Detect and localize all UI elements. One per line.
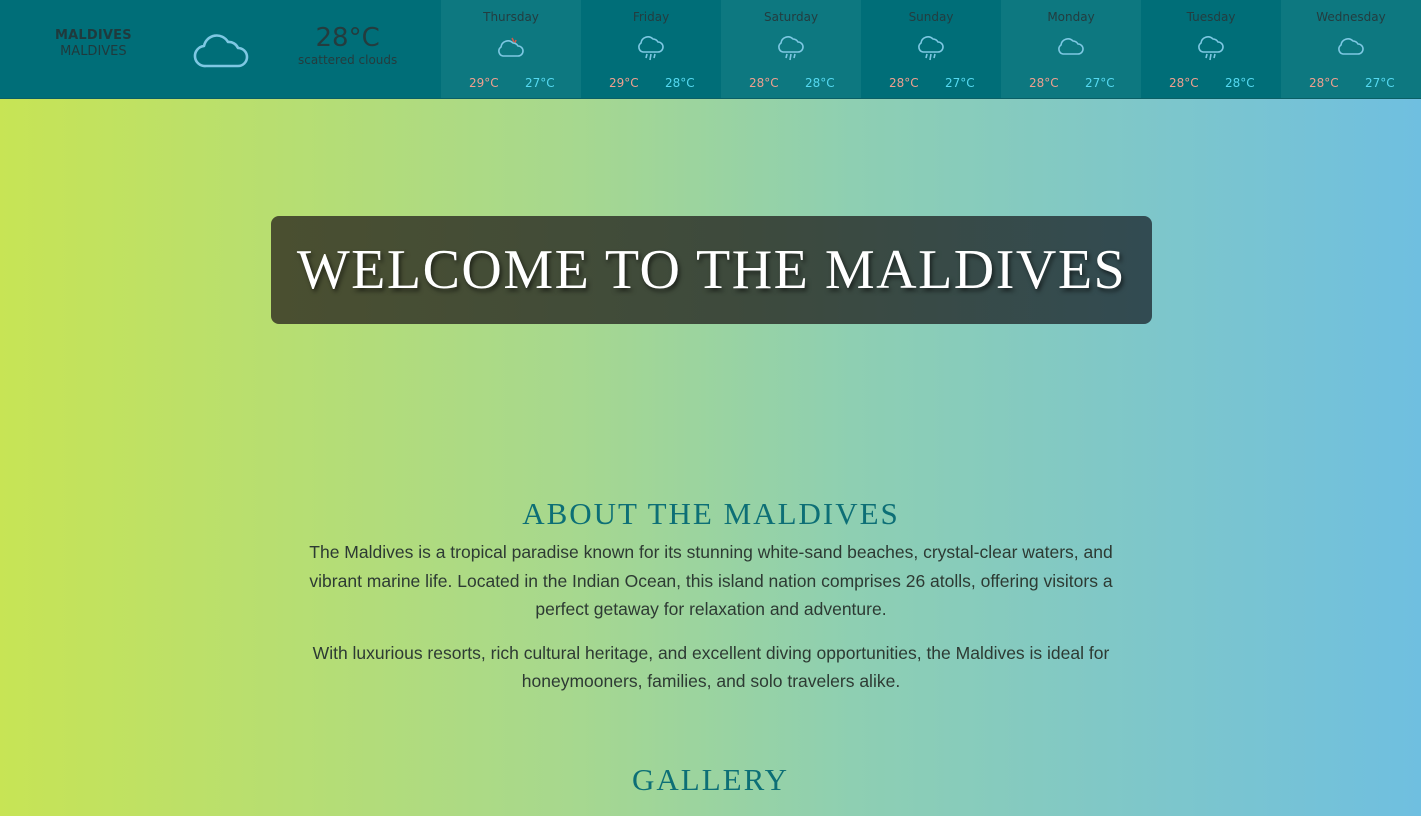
forecast-low: 28°C xyxy=(1225,76,1255,90)
gallery-heading: GALLERY xyxy=(632,762,789,797)
current-weather: 28°C scattered clouds xyxy=(254,0,441,98)
cloud-sun-rain-icon xyxy=(496,34,526,62)
forecast-day: Sunday 28°C 27°C xyxy=(861,0,1002,98)
hero-banner: WELCOME TO THE MALDIVES xyxy=(271,216,1152,324)
forecast-day-name: Sunday xyxy=(908,10,954,24)
location-country: MALDIVES xyxy=(60,43,127,59)
forecast-low: 28°C xyxy=(665,76,695,90)
cloud-icon xyxy=(1056,34,1086,62)
hero-title: WELCOME TO THE MALDIVES xyxy=(296,239,1127,301)
cloud-icon xyxy=(1336,34,1366,62)
forecast-day-name: Monday xyxy=(1047,10,1095,24)
forecast-low: 27°C xyxy=(1365,76,1395,90)
cloud-rain-icon xyxy=(916,34,946,62)
forecast-day-name: Thursday xyxy=(483,10,539,24)
forecast-day-name: Saturday xyxy=(763,10,819,24)
forecast-low: 27°C xyxy=(945,76,975,90)
forecast-day: Tuesday 28°C 28°C xyxy=(1141,0,1282,98)
forecast-list: Thursday 29°C 27°C Friday 29°C 28°C Satu… xyxy=(441,0,1421,98)
forecast-low: 28°C xyxy=(805,76,835,90)
forecast-day-name: Wednesday xyxy=(1316,10,1386,24)
forecast-day: Monday 28°C 27°C xyxy=(1001,0,1142,98)
forecast-day: Wednesday 28°C 27°C xyxy=(1281,0,1421,98)
forecast-high: 28°C xyxy=(749,76,779,90)
forecast-high: 28°C xyxy=(1169,76,1199,90)
weather-location: MALDIVES MALDIVES xyxy=(0,0,187,98)
weather-bar: MALDIVES MALDIVES 28°C scattered clouds … xyxy=(0,0,1421,99)
forecast-high: 28°C xyxy=(1309,76,1339,90)
forecast-high: 28°C xyxy=(1029,76,1059,90)
about-paragraph: With luxurious resorts, rich cultural he… xyxy=(312,642,1110,692)
current-description: scattered clouds xyxy=(298,52,398,67)
cloud-rain-icon xyxy=(636,34,666,62)
cloud-rain-icon xyxy=(1196,34,1226,62)
cloud-rain-icon xyxy=(776,34,806,62)
current-temperature: 28°C xyxy=(315,22,380,53)
forecast-high: 28°C xyxy=(889,76,919,90)
cloud-icon xyxy=(187,0,255,98)
forecast-day: Saturday 28°C 28°C xyxy=(721,0,862,98)
about-paragraph: The Maldives is a tropical paradise know… xyxy=(309,542,1113,619)
forecast-day-name: Tuesday xyxy=(1186,10,1236,24)
forecast-high: 29°C xyxy=(609,76,639,90)
about-section: ABOUT THE MALDIVES The Maldives is a tro… xyxy=(290,496,1132,711)
about-heading: ABOUT THE MALDIVES xyxy=(522,496,900,531)
gallery-section: GALLERY xyxy=(0,762,1421,798)
location-city: MALDIVES xyxy=(54,27,132,43)
forecast-low: 27°C xyxy=(525,76,555,90)
forecast-day-name: Friday xyxy=(632,10,670,24)
forecast-high: 29°C xyxy=(469,76,499,90)
forecast-low: 27°C xyxy=(1085,76,1115,90)
forecast-day: Friday 29°C 28°C xyxy=(581,0,722,98)
forecast-day: Thursday 29°C 27°C xyxy=(441,0,582,98)
